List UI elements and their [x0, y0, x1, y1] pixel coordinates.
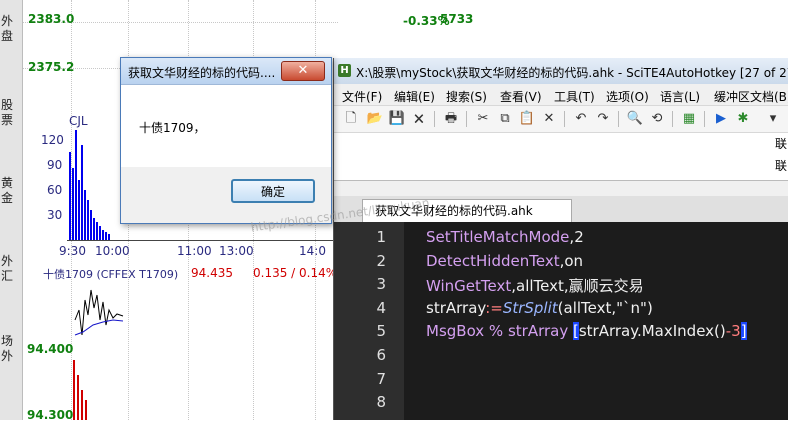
msgbox-dialog: 获取文华财经的标的代码.... ✕ 十债1709， 确定	[120, 57, 332, 224]
redo-icon[interactable]: ↷	[594, 110, 612, 128]
instrument-price: 94.435	[191, 266, 233, 280]
find-icon[interactable]: 🔍	[626, 110, 644, 128]
scite-app-icon: H	[338, 64, 351, 77]
category-otc[interactable]: 场外	[1, 334, 21, 364]
scite-toolbar: 🗋 📂 💾 🗙 🖶 ✂ ⧉ 📋 ✕ ↶ ↷ 🔍 ⟲ ▦ ▶ ✱ ▾	[334, 106, 788, 133]
scite-menubar: 文件(F) 编辑(E) 搜索(S) 查看(V) 工具(T) 选项(O) 语言(L…	[334, 85, 788, 106]
code-editor[interactable]: 1 2 3 4 5 6 7 8 SetTitleMatchMode,2 Dete…	[334, 222, 788, 420]
menu-search[interactable]: 搜索(S)	[446, 88, 487, 105]
run-icon[interactable]: ▶	[712, 110, 730, 128]
time-tick: 9:30	[59, 244, 86, 258]
replace-icon[interactable]: ⟲	[648, 110, 666, 128]
scite-window: H X:\股票\myStock\获取文华财经的标的代码.ahk - SciTE4…	[333, 58, 788, 420]
dropdown-icon[interactable]: ▾	[764, 110, 782, 128]
delete-icon[interactable]: ✕	[540, 110, 558, 128]
category-stocks[interactable]: 股票	[1, 98, 21, 128]
close-file-icon[interactable]: 🗙	[410, 110, 428, 128]
instrument-change: 0.135 / 0.14%	[253, 266, 338, 280]
vol-tick: 30	[47, 208, 63, 222]
price-level-2: 2375.2	[28, 60, 75, 74]
undo-icon[interactable]: ↶	[572, 110, 590, 128]
cut-icon[interactable]: ✂	[474, 110, 492, 128]
dialog-message: 十债1709，	[139, 121, 206, 135]
side-char: 联	[774, 137, 787, 151]
line-number-gutter: 1 2 3 4 5 6 7 8	[334, 222, 404, 420]
menu-buffers[interactable]: 缓冲区文档(B)	[714, 88, 788, 105]
category-outer-market[interactable]: 外盘	[1, 14, 21, 44]
menu-view[interactable]: 查看(V)	[500, 88, 542, 105]
time-tick: 13:00	[219, 244, 254, 258]
code-line-5: MsgBox % strArray [strArray.MaxIndex()-3…	[426, 322, 747, 340]
debug-icon[interactable]: ✱	[734, 110, 752, 128]
open-folder-icon[interactable]: 📂	[366, 110, 384, 128]
price-level-3: 94.400	[27, 342, 74, 356]
price-level-1: 2383.0	[28, 12, 75, 26]
dialog-body: 十债1709，	[121, 85, 331, 167]
ok-button[interactable]: 确定	[231, 179, 315, 203]
left-category-strip: 外盘 股票 黄金 外汇 场外	[0, 0, 23, 420]
new-file-icon[interactable]: 🗋	[342, 110, 360, 128]
time-tick: 11:00	[177, 244, 212, 258]
menu-options[interactable]: 选项(O)	[606, 88, 649, 105]
dialog-title: 获取文华财经的标的代码....	[128, 66, 276, 80]
paste-icon[interactable]: 📋	[518, 110, 536, 128]
close-icon[interactable]: ✕	[281, 61, 325, 81]
code-line-1: SetTitleMatchMode,2	[426, 228, 584, 246]
vol-tick: 90	[47, 158, 63, 172]
time-tick: 14:0	[299, 244, 326, 258]
print-icon[interactable]: 🖶	[442, 110, 460, 128]
copy-icon[interactable]: ⧉	[496, 110, 514, 128]
category-gold[interactable]: 黄金	[1, 176, 21, 206]
red-volume-bars	[71, 340, 111, 420]
dialog-titlebar[interactable]: 获取文华财经的标的代码.... ✕	[121, 58, 331, 85]
vol-tick: 120	[41, 133, 64, 147]
menu-tools[interactable]: 工具(T)	[554, 88, 595, 105]
menu-edit[interactable]: 编辑(E)	[394, 88, 435, 105]
code-line-2: DetectHiddenText,on	[426, 252, 584, 270]
code-line-4: strArray:=StrSplit(allText,"`n")	[426, 299, 653, 317]
scite-output-strip: 联 联	[334, 133, 788, 181]
vol-tick: 60	[47, 183, 63, 197]
code-line-3: WinGetText,allText,赢顺云交易	[426, 277, 644, 295]
scite-titlebar[interactable]: H X:\股票\myStock\获取文华财经的标的代码.ahk - SciTE4…	[334, 58, 788, 84]
save-icon[interactable]: 💾	[388, 110, 406, 128]
menu-file[interactable]: 文件(F)	[342, 88, 382, 105]
category-forex[interactable]: 外汇	[1, 254, 21, 284]
top-volume: 5733	[440, 12, 474, 26]
menu-language[interactable]: 语言(L)	[660, 88, 700, 105]
scite-title-text: X:\股票\myStock\获取文华财经的标的代码.ahk - SciTE4Au…	[356, 66, 788, 80]
time-tick: 10:00	[95, 244, 130, 258]
compile-icon[interactable]: ▦	[680, 110, 698, 128]
